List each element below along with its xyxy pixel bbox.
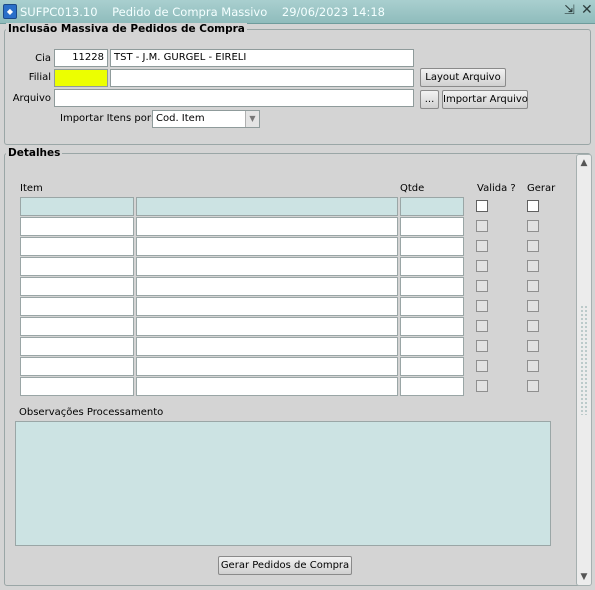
observacoes-textarea[interactable] [15,421,551,546]
item-code-cell[interactable] [20,237,134,256]
minimize-icon[interactable]: ⇲ [564,3,575,18]
filial-code-field[interactable] [54,69,108,87]
valida-checkbox[interactable] [476,200,488,212]
col-header-qtde: Qtde [400,183,425,194]
qtde-cell[interactable] [400,317,464,336]
window-titlebar[interactable]: ◆ SUFPC013.10 Pedido de Compra Massivo 2… [0,0,595,24]
cia-code-field[interactable]: 11228 [54,49,108,67]
item-code-cell[interactable] [20,257,134,276]
gerar-checkbox[interactable] [527,360,539,372]
chevron-down-icon[interactable]: ▼ [245,111,259,127]
cia-name-field[interactable]: TST - J.M. GURGEL - EIRELI [110,49,414,67]
gerar-checkbox[interactable] [527,300,539,312]
arquivo-label: Arquivo [12,93,51,104]
observacoes-label: Observações Processamento [19,407,164,418]
gerar-checkbox[interactable] [527,200,539,212]
qtde-cell[interactable] [400,217,464,236]
gerar-checkbox[interactable] [527,220,539,232]
qtde-cell[interactable] [400,277,464,296]
col-header-valida: Valida ? [477,183,516,194]
gerar-checkbox[interactable] [527,280,539,292]
valida-checkbox[interactable] [476,220,488,232]
inclusao-group [4,29,591,145]
importar-itens-value: Cod. Item [156,113,205,124]
scroll-grip[interactable] [580,305,588,415]
item-description-cell[interactable] [136,297,398,316]
item-code-cell[interactable] [20,277,134,296]
layout-arquivo-button[interactable]: Layout Arquivo [420,68,506,87]
valida-checkbox[interactable] [476,300,488,312]
importar-itens-select[interactable]: Cod. Item ▼ [152,110,260,128]
scroll-up-icon[interactable]: ▲ [578,157,590,169]
close-icon[interactable]: ✕ [581,2,593,18]
gerar-checkbox[interactable] [527,380,539,392]
item-code-cell[interactable] [20,217,134,236]
qtde-cell[interactable] [400,337,464,356]
importar-arquivo-button[interactable]: Importar Arquivo [442,90,528,109]
detalhes-group-title: Detalhes [6,147,63,159]
item-description-cell[interactable] [136,277,398,296]
scroll-down-icon[interactable]: ▼ [578,571,590,583]
qtde-cell[interactable] [400,257,464,276]
qtde-cell[interactable] [400,197,464,216]
item-description-cell[interactable] [136,197,398,216]
valida-checkbox[interactable] [476,340,488,352]
item-description-cell[interactable] [136,377,398,396]
app-icon: ◆ [3,4,17,19]
item-code-cell[interactable] [20,377,134,396]
gerar-checkbox[interactable] [527,260,539,272]
qtde-cell[interactable] [400,357,464,376]
filial-label: Filial [28,72,51,83]
item-description-cell[interactable] [136,257,398,276]
detalhes-scrollbar[interactable]: ▲ ▼ [576,154,592,586]
importar-itens-label: Importar Itens por: [60,113,155,124]
item-code-cell[interactable] [20,197,134,216]
item-code-cell[interactable] [20,317,134,336]
arquivo-field[interactable] [54,89,414,107]
valida-checkbox[interactable] [476,380,488,392]
qtde-cell[interactable] [400,237,464,256]
qtde-cell[interactable] [400,377,464,396]
col-header-gerar: Gerar [527,183,556,194]
valida-checkbox[interactable] [476,360,488,372]
gerar-checkbox[interactable] [527,240,539,252]
item-description-cell[interactable] [136,357,398,376]
gerar-pedidos-button[interactable]: Gerar Pedidos de Compra [218,556,352,575]
cia-label: Cia [35,53,51,64]
qtde-cell[interactable] [400,297,464,316]
gerar-checkbox[interactable] [527,320,539,332]
item-code-cell[interactable] [20,337,134,356]
item-description-cell[interactable] [136,237,398,256]
col-header-item: Item [20,183,43,194]
item-description-cell[interactable] [136,217,398,236]
gerar-checkbox[interactable] [527,340,539,352]
inclusao-group-title: Inclusão Massiva de Pedidos de Compra [6,23,247,35]
item-code-cell[interactable] [20,297,134,316]
browse-button[interactable]: ... [420,90,439,109]
item-description-cell[interactable] [136,317,398,336]
valida-checkbox[interactable] [476,260,488,272]
valida-checkbox[interactable] [476,320,488,332]
window-title: SUFPC013.10 Pedido de Compra Massivo 29/… [20,5,385,19]
valida-checkbox[interactable] [476,240,488,252]
item-description-cell[interactable] [136,337,398,356]
valida-checkbox[interactable] [476,280,488,292]
filial-name-field[interactable] [110,69,414,87]
item-code-cell[interactable] [20,357,134,376]
